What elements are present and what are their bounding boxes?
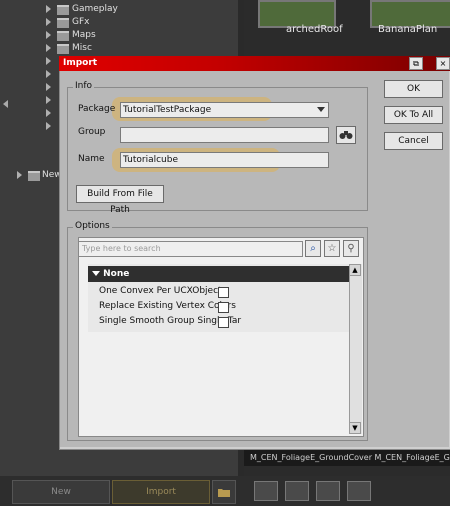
view-mode-icon[interactable] — [347, 481, 371, 501]
close-icon[interactable]: × — [436, 57, 450, 70]
star-icon[interactable]: ☆ — [324, 240, 340, 257]
asset-name-strip-text: M_CEN_FoliageE_GroundCover M_CEN_Foliage… — [250, 453, 450, 462]
expand-arrow-icon[interactable] — [17, 171, 22, 179]
expand-arrow-icon[interactable] — [46, 18, 51, 26]
scroll-down-icon[interactable]: ▼ — [349, 422, 361, 434]
build-from-file-path-button[interactable]: Build From File Path — [76, 185, 164, 215]
folder-open-icon[interactable] — [212, 480, 236, 504]
expand-arrow-icon[interactable] — [46, 44, 51, 52]
expand-arrow-icon[interactable] — [46, 83, 51, 91]
property-scrollbar[interactable] — [349, 264, 362, 434]
cancel-button[interactable]: Cancel — [384, 132, 443, 150]
ok-button[interactable]: OK — [384, 80, 443, 98]
folder-icon — [57, 44, 69, 54]
tree-item-label: Maps — [72, 30, 96, 40]
tree-item-misc[interactable]: Misc — [0, 43, 230, 55]
expand-arrow-icon[interactable] — [46, 5, 51, 13]
expand-arrow-icon[interactable] — [46, 70, 51, 78]
expand-arrow-icon[interactable] — [46, 122, 51, 130]
property-row: Replace Existing Vertex Colors — [99, 301, 236, 315]
restore-icon[interactable]: ⧉ — [409, 57, 423, 70]
dialog-title-bar[interactable] — [59, 56, 450, 71]
tree-item-gfx[interactable]: GFx — [0, 17, 230, 29]
expand-arrow-icon[interactable] — [46, 57, 51, 65]
name-input[interactable]: Tutorialcube — [120, 152, 329, 168]
package-dropdown[interactable]: TutorialTestPackage — [120, 102, 329, 118]
ok-to-all-button[interactable]: OK To All — [384, 106, 443, 124]
info-group-label: Info — [73, 81, 95, 91]
tree-item-gameplay[interactable]: Gameplay — [0, 4, 230, 16]
expand-arrow-icon[interactable] — [46, 96, 51, 104]
import-button[interactable]: Import — [112, 480, 210, 504]
expand-arrow-icon[interactable] — [46, 109, 51, 117]
package-value: TutorialTestPackage — [123, 105, 212, 115]
folder-icon — [57, 5, 69, 15]
category-header[interactable]: None — [88, 266, 350, 282]
dialog-title: Import — [63, 58, 98, 68]
folder-icon — [57, 31, 69, 41]
category-label: None — [103, 269, 130, 279]
tree-item-label: Gameplay — [72, 4, 118, 14]
view-mode-icon[interactable] — [285, 481, 309, 501]
property-label: One Convex Per UCXObject — [99, 286, 222, 296]
asset-thumbnail-label: BananaPlan — [378, 24, 438, 35]
single-smooth-group-checkbox[interactable] — [218, 317, 229, 328]
search-input[interactable]: Type here to search — [78, 241, 303, 257]
binoculars-icon[interactable] — [336, 126, 356, 144]
asset-thumbnail-label: archedRoof — [286, 24, 343, 35]
filter-icon[interactable]: ⚲ — [343, 240, 359, 257]
name-label: Name — [78, 154, 105, 164]
one-convex-checkbox[interactable] — [218, 287, 229, 298]
property-label: Replace Existing Vertex Colors — [99, 301, 236, 311]
tree-item-label: Misc — [72, 43, 92, 53]
tree-item-maps[interactable]: Maps — [0, 30, 230, 42]
expand-arrow-icon[interactable] — [46, 31, 51, 39]
new-button[interactable]: New — [12, 480, 110, 504]
folder-icon — [28, 171, 40, 181]
chevron-down-icon — [317, 107, 325, 112]
triangle-down-icon[interactable] — [92, 271, 100, 276]
tree-item-label: GFx — [72, 17, 90, 27]
options-group-label: Options — [73, 221, 112, 231]
search-icon[interactable]: ⌕ — [305, 240, 321, 257]
replace-vertex-colors-checkbox[interactable] — [218, 302, 229, 313]
view-mode-icon[interactable] — [254, 481, 278, 501]
folder-icon — [57, 18, 69, 28]
property-row: One Convex Per UCXObject — [99, 286, 222, 300]
group-input[interactable] — [120, 127, 329, 143]
view-mode-icon[interactable] — [316, 481, 340, 501]
scroll-up-icon[interactable]: ▲ — [349, 264, 361, 276]
package-label: Package — [78, 104, 116, 114]
group-label: Group — [78, 127, 106, 137]
